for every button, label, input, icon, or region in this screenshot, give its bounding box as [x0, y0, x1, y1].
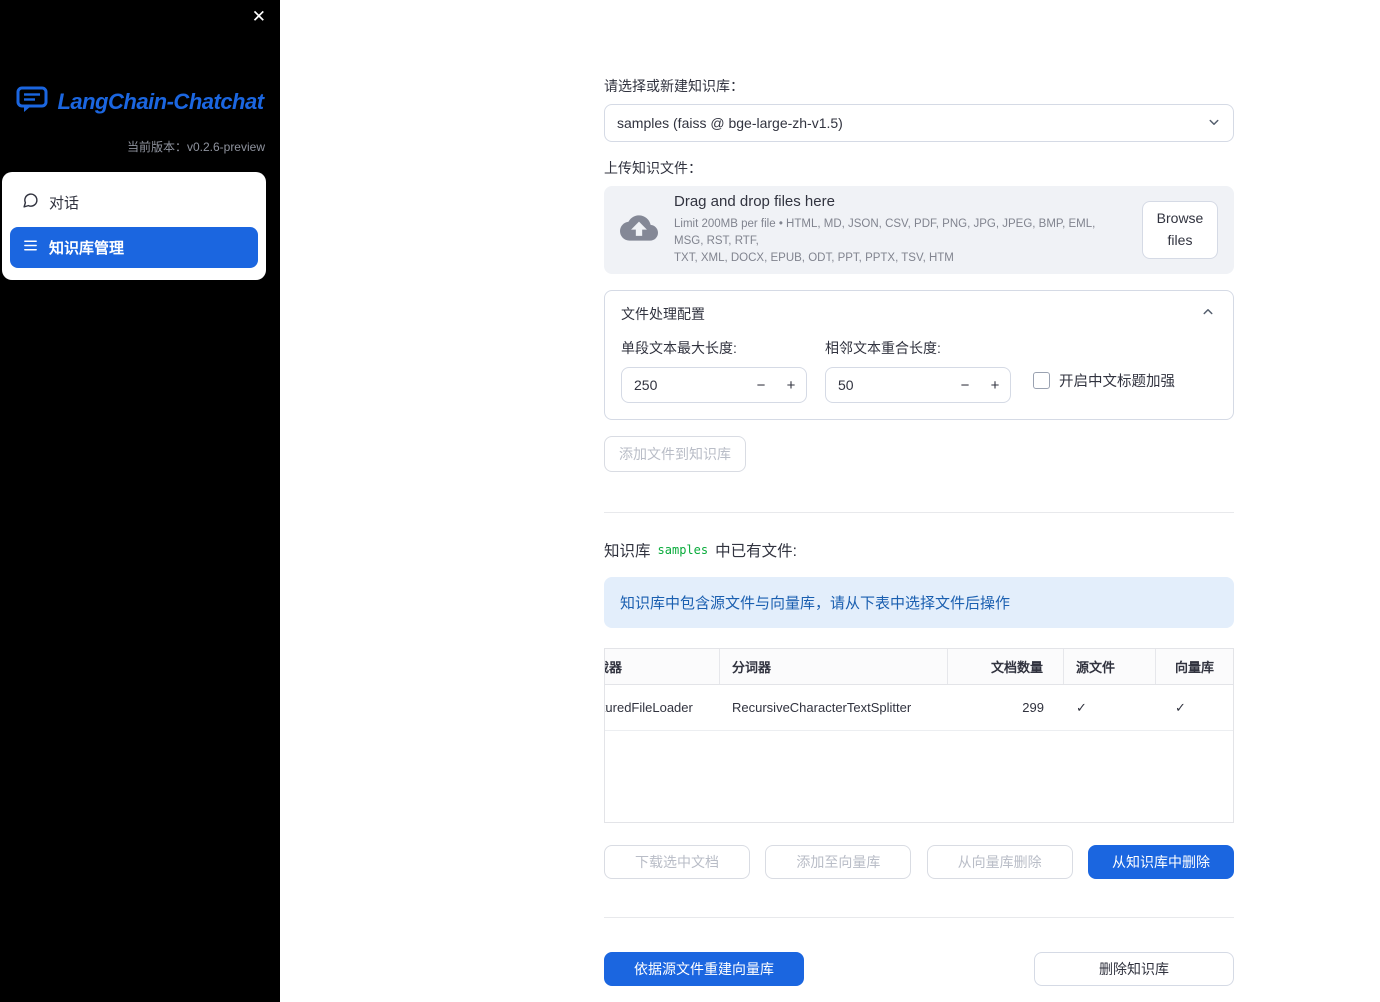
knowledge-base-icon [22, 237, 39, 258]
delete-kb-button[interactable]: 删除知识库 [1034, 952, 1234, 986]
remove-from-vector-store-button[interactable]: 从向量库删除 [926, 845, 1073, 879]
add-to-vector-store-button[interactable]: 添加至向量库 [765, 845, 912, 879]
chevron-up-icon [1199, 303, 1217, 324]
chunk-size-input[interactable]: 250 − + [621, 367, 807, 403]
chunk-size-label: 单段文本最大长度: [621, 340, 737, 356]
sidebar: ✕ LangChain-Chatchat 当前版本：v0.2.6-preview… [0, 0, 280, 1002]
sidebar-item-label: 对话 [49, 195, 80, 212]
sidebar-item-knowledge-base[interactable]: 知识库管理 [10, 227, 258, 268]
overlap-size-plus-button[interactable]: + [980, 377, 1010, 394]
chevron-down-icon [1205, 113, 1223, 134]
close-icon[interactable]: ✕ [252, 8, 266, 25]
version-label: 当前版本：v0.2.6-preview [126, 140, 265, 154]
zh-title-enhance-checkbox[interactable] [1033, 372, 1050, 389]
chunk-size-plus-button[interactable]: + [776, 377, 806, 394]
table-row[interactable]: UnstructuredFileLoader RecursiveCharacte… [605, 685, 1233, 731]
info-banner: 知识库中包含源文件与向量库，请从下表中选择文件后操作 [604, 577, 1234, 628]
zh-title-enhance-label: 开启中文标题加强 [1059, 374, 1175, 390]
sidebar-item-dialogue[interactable]: 对话 [10, 184, 258, 221]
expander-body: 单段文本最大长度: 250 − + 相邻文本重合长度: 50 − + 开启中文标… [621, 338, 1217, 403]
zh-title-enhance-group: 开启中文标题加强 [1033, 370, 1175, 391]
kb-selectbox[interactable]: samples (faiss @ bge-large-zh-v1.5) [604, 104, 1234, 142]
file-config-expander: 文件处理配置 单段文本最大长度: 250 − + 相邻文本重合长度: 50 − … [604, 290, 1234, 420]
overlap-size-label: 相邻文本重合长度: [825, 340, 941, 356]
chunk-size-group: 单段文本最大长度: 250 − + [621, 338, 807, 403]
kb-files-suffix: 中已有文件: [715, 543, 797, 560]
dropzone-texts: Drag and drop files here Limit 200MB per… [674, 193, 1126, 268]
kb-files-heading: 知识库 samples 中已有文件: [604, 539, 1234, 561]
table-actions: 下载选中文档 添加至向量库 从向量库删除 从知识库中删除 [604, 845, 1234, 879]
table-header-doc-count[interactable]: 文档数量 [948, 649, 1064, 684]
chat-logo-icon [16, 86, 48, 118]
cell-doc-count: 299 [1022, 700, 1044, 715]
kb-selected-value: samples (faiss @ bge-large-zh-v1.5) [617, 115, 843, 131]
dropzone-title: Drag and drop files here [674, 192, 835, 210]
sidebar-nav: 对话 知识库管理 [2, 172, 266, 280]
expander-title: 文件处理配置 [621, 305, 705, 322]
add-files-button[interactable]: 添加文件到知识库 [604, 436, 746, 472]
kb-files-prefix: 知识库 [604, 543, 651, 560]
bottom-actions: 依据源文件重建向量库 删除知识库 [604, 952, 1234, 986]
kb-select-label: 请选择或新建知识库： [604, 78, 744, 94]
dropzone-limit: Limit 200MB per file • HTML, MD, JSON, C… [674, 217, 1096, 265]
kb-name-code: samples [657, 543, 709, 557]
overlap-size-input[interactable]: 50 − + [825, 367, 1011, 403]
cell-vector-store-check: ✓ [1175, 699, 1186, 715]
file-dropzone[interactable]: Drag and drop files here Limit 200MB per… [604, 186, 1234, 274]
cloud-upload-icon [620, 209, 658, 252]
kb-files-table[interactable]: 文档加载器 分词器 文档数量 源文件 向量库 UnstructuredFileL… [604, 648, 1234, 823]
browse-files-button[interactable]: Browse files [1142, 201, 1218, 259]
upload-label: 上传知识文件： [604, 160, 702, 176]
divider [604, 512, 1234, 513]
delete-from-kb-button[interactable]: 从知识库中删除 [1087, 845, 1234, 879]
app-title: LangChain-Chatchat [57, 89, 264, 114]
overlap-size-value: 50 [838, 377, 854, 393]
expander-header[interactable]: 文件处理配置 [621, 303, 1217, 324]
chunk-size-minus-button[interactable]: − [746, 377, 776, 394]
sidebar-item-label: 知识库管理 [49, 240, 125, 257]
app-logo: LangChain-Chatchat [0, 0, 280, 118]
divider [604, 917, 1234, 918]
overlap-size-minus-button[interactable]: − [950, 377, 980, 394]
chunk-size-value: 250 [634, 377, 658, 393]
cell-splitter: RecursiveCharacterTextSplitter [732, 700, 912, 715]
table-header-splitter[interactable]: 分词器 [720, 649, 948, 684]
cell-loader: UnstructuredFileLoader [605, 700, 693, 715]
download-selected-button[interactable]: 下载选中文档 [604, 845, 750, 879]
chat-bubble-icon [22, 192, 39, 213]
main-area: 请选择或新建知识库： samples (faiss @ bge-large-zh… [280, 0, 1380, 1002]
table-header-loader[interactable]: 文档加载器 [605, 649, 720, 684]
table-header-vector-store[interactable]: 向量库 [1156, 649, 1233, 684]
table-header-row: 文档加载器 分词器 文档数量 源文件 向量库 [605, 649, 1233, 685]
overlap-size-group: 相邻文本重合长度: 50 − + [825, 338, 1011, 403]
table-header-source-file[interactable]: 源文件 [1064, 649, 1156, 684]
cell-source-file-check: ✓ [1076, 699, 1087, 715]
rebuild-vector-store-button[interactable]: 依据源文件重建向量库 [604, 952, 804, 986]
